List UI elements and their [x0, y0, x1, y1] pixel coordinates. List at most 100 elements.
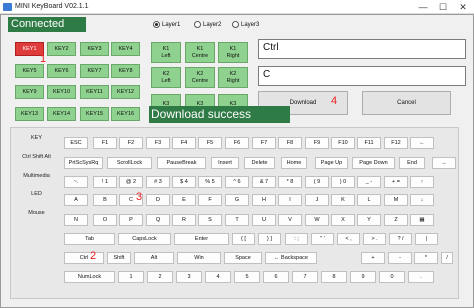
keyboard-key[interactable]: B — [93, 194, 117, 206]
keyboard-key[interactable]: Win — [177, 252, 221, 264]
keyboard-key[interactable]: U — [252, 214, 276, 226]
keyboard-key[interactable]: Page Up — [315, 157, 348, 169]
keyboard-key[interactable]: F6 — [225, 137, 249, 149]
keyboard-key[interactable]: O — [93, 214, 117, 226]
key-slot-key14[interactable]: KEY14 — [47, 107, 76, 121]
side-menu-key[interactable]: KEY — [14, 135, 59, 143]
keyboard-key[interactable]: Shift — [107, 252, 131, 264]
key-slot-key3[interactable]: KEY3 — [80, 42, 109, 56]
knob-button[interactable]: K1 Right — [218, 42, 248, 63]
keyboard-key[interactable]: 0 — [379, 271, 405, 283]
keyboard-key[interactable]: Alt — [134, 252, 174, 264]
keyboard-key[interactable]: A — [64, 194, 88, 206]
keyboard-key[interactable]: Home — [281, 157, 307, 169]
keyboard-key[interactable]: _ - — [357, 176, 381, 188]
keyboard-key[interactable]: I — [278, 194, 302, 206]
close-button[interactable]: ✕ — [456, 0, 470, 14]
keyboard-key[interactable]: F12 — [384, 137, 408, 149]
keyboard-key[interactable]: { [ — [232, 233, 255, 245]
key-slot-key15[interactable]: KEY15 — [80, 107, 109, 121]
knob-button[interactable]: K2 Right — [218, 67, 248, 88]
keyboard-key[interactable]: ( 9 — [305, 176, 329, 188]
key-slot-key8[interactable]: KEY8 — [111, 64, 140, 78]
layer3-radio[interactable]: Layer3 — [232, 19, 259, 30]
keyboard-key[interactable]: ^ 6 — [225, 176, 249, 188]
key-slot-key12[interactable]: KEY12 — [111, 85, 140, 99]
keyboard-key[interactable]: Y — [357, 214, 381, 226]
keyboard-key[interactable]: ScrollLock — [107, 157, 152, 169]
key-slot-key6[interactable]: KEY6 — [47, 64, 76, 78]
cancel-button[interactable]: Cancel — [362, 91, 451, 115]
keyboard-key[interactable]: F9 — [305, 137, 329, 149]
keyboard-key[interactable]: " ' — [311, 233, 334, 245]
keyboard-key[interactable]: Z — [384, 214, 408, 226]
keyboard-key[interactable]: > . — [363, 233, 386, 245]
keyboard-key[interactable]: 7 — [292, 271, 318, 283]
keyboard-key[interactable]: F4 — [172, 137, 196, 149]
key-slot-key16[interactable]: KEY16 — [111, 107, 140, 121]
keyboard-key[interactable]: → — [432, 157, 456, 169]
keyboard-key[interactable]: . — [408, 271, 434, 283]
keyboard-key[interactable]: Q — [146, 214, 170, 226]
keyboard-key[interactable]: Tab — [64, 233, 115, 245]
keyboard-key[interactable]: K — [331, 194, 355, 206]
keyboard-key[interactable]: 5 — [234, 271, 260, 283]
keyboard-key[interactable]: W — [305, 214, 329, 226]
keyboard-key[interactable]: Delete — [244, 157, 275, 169]
keyboard-key[interactable]: ← — [410, 137, 434, 149]
key-slot-key11[interactable]: KEY11 — [80, 85, 109, 99]
keyboard-key[interactable]: J — [305, 194, 329, 206]
key-slot-key13[interactable]: KEY13 — [15, 107, 44, 121]
layer2-radio[interactable]: Layer2 — [194, 19, 221, 30]
key-field[interactable]: C — [258, 66, 466, 86]
key-slot-key9[interactable]: KEY9 — [15, 85, 44, 99]
keyboard-key[interactable]: ~. — [64, 176, 88, 188]
key-slot-key10[interactable]: KEY10 — [47, 85, 76, 99]
keyboard-key[interactable]: CapsLock — [118, 233, 171, 245]
keyboard-key[interactable]: Page Down — [352, 157, 395, 169]
layer1-radio[interactable]: Layer1 — [153, 19, 180, 30]
keyboard-key[interactable]: F8 — [278, 137, 302, 149]
keyboard-key[interactable]: F2 — [119, 137, 143, 149]
keyboard-key[interactable]: F10 — [331, 137, 355, 149]
keyboard-key[interactable]: 9 — [350, 271, 376, 283]
keyboard-key[interactable]: : ; — [285, 233, 308, 245]
key-slot-key4[interactable]: KEY4 — [111, 42, 140, 56]
keyboard-key[interactable]: V — [278, 214, 302, 226]
keyboard-key[interactable]: 4 — [205, 271, 231, 283]
keyboard-key[interactable]: * 8 — [278, 176, 302, 188]
keyboard-key[interactable]: & 7 — [252, 176, 276, 188]
keyboard-key[interactable]: # 3 — [146, 176, 170, 188]
key-slot-key2[interactable]: KEY2 — [47, 42, 76, 56]
keyboard-key[interactable]: @ 2 — [119, 176, 143, 188]
keyboard-key[interactable]: F11 — [357, 137, 381, 149]
keyboard-key[interactable]: ↑ — [410, 176, 434, 188]
keyboard-key[interactable]: ▦ — [410, 214, 434, 226]
minimize-button[interactable]: — — [416, 0, 430, 14]
keyboard-key[interactable]: 3 — [176, 271, 202, 283]
keyboard-key[interactable]: NumLock — [64, 271, 115, 283]
keyboard-key[interactable]: P — [119, 214, 143, 226]
keyboard-key[interactable]: PrtScSysRq — [64, 157, 103, 169]
keyboard-key[interactable]: F1 — [93, 137, 117, 149]
keyboard-key[interactable]: G — [225, 194, 249, 206]
side-menu-multimedia[interactable]: Multimedia — [14, 173, 59, 181]
side-menu-mouse[interactable]: Mouse — [14, 210, 59, 218]
keyboard-key[interactable]: End — [399, 157, 425, 169]
keyboard-key[interactable]: ) 0 — [331, 176, 355, 188]
modifier-field[interactable]: Ctrl — [258, 39, 466, 59]
keyboard-key[interactable]: PauseBreak — [157, 157, 206, 169]
keyboard-key[interactable]: 6 — [263, 271, 289, 283]
knob-button[interactable]: K1 Centre — [185, 42, 215, 63]
keyboard-key[interactable]: % 5 — [198, 176, 222, 188]
keyboard-key[interactable]: T — [225, 214, 249, 226]
keyboard-key[interactable]: L — [357, 194, 381, 206]
keyboard-key[interactable]: + — [361, 252, 385, 264]
side-menu-led[interactable]: LED — [14, 191, 59, 199]
knob-button[interactable]: K2 Centre — [185, 67, 215, 88]
keyboard-key[interactable]: X — [331, 214, 355, 226]
keyboard-key[interactable]: ← Backspace — [265, 252, 317, 264]
keyboard-key[interactable]: S — [198, 214, 222, 226]
keyboard-key[interactable]: 8 — [321, 271, 347, 283]
keyboard-key[interactable]: N — [64, 214, 88, 226]
